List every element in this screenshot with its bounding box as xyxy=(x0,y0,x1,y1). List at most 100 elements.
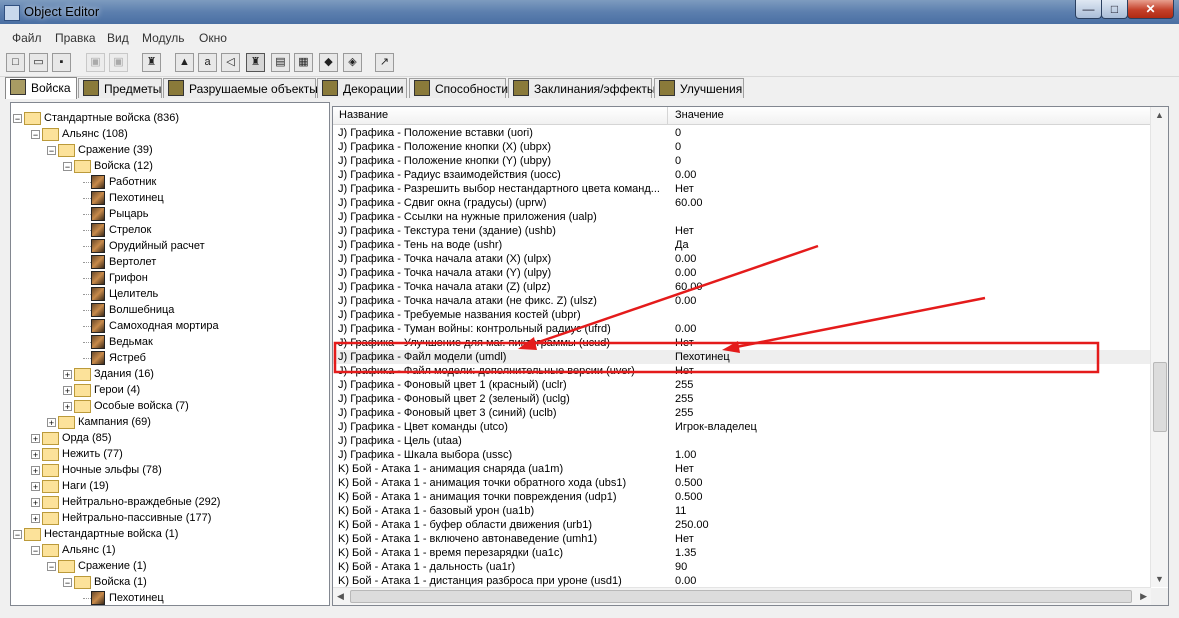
table-row[interactable]: K) Бой - Атака 1 - время перезарядки (ua… xyxy=(333,546,1151,560)
expand-icon[interactable]: + xyxy=(63,402,72,412)
table-row[interactable]: K) Бой - Атака 1 - буфер области движени… xyxy=(333,518,1151,532)
tree-unit-item[interactable]: Работник xyxy=(11,174,327,190)
table-row[interactable]: J) Графика - Радиус взаимодействия (uocc… xyxy=(333,168,1151,182)
table-row[interactable]: J) Графика - Улучшение для маг. пиктогра… xyxy=(333,336,1151,350)
tab-items[interactable]: Предметы xyxy=(78,78,162,98)
table-row[interactable]: J) Графика - Требуемые названия костей (… xyxy=(333,308,1151,322)
unit-icon[interactable]: ♜ xyxy=(142,53,161,72)
object-icon[interactable]: ◈ xyxy=(343,53,362,72)
expand-icon[interactable]: + xyxy=(31,514,40,524)
table-row[interactable]: J) Графика - Файл модели: дополнительные… xyxy=(333,364,1151,378)
tree-unit-item[interactable]: Самоходная мортира xyxy=(11,318,327,334)
tree-folder-item[interactable]: + Здания (16) xyxy=(11,366,327,382)
tree-unit-item[interactable]: Волшебница xyxy=(11,302,327,318)
table-row[interactable]: J) Графика - Текстура тени (здание) (ush… xyxy=(333,224,1151,238)
tab-doodads[interactable]: Декорации xyxy=(317,78,407,98)
menu-view[interactable]: Вид xyxy=(107,31,129,45)
vertical-scroll-thumb[interactable] xyxy=(1153,362,1167,432)
table-row[interactable]: K) Бой - Атака 1 - анимация точки обратн… xyxy=(333,476,1151,490)
collapse-icon[interactable]: − xyxy=(13,530,22,540)
tree-folder-item[interactable]: + Наги (19) xyxy=(11,478,327,494)
tree-unit-item[interactable]: Ведьмак xyxy=(11,334,327,350)
tree-unit-item[interactable]: Пехотинец xyxy=(11,190,327,206)
expand-icon[interactable]: + xyxy=(31,450,40,460)
scroll-left-icon[interactable]: ◀ xyxy=(337,591,344,602)
table-row[interactable]: J) Графика - Точка начала атаки (не фикс… xyxy=(333,294,1151,308)
table-row[interactable]: K) Бой - Атака 1 - дистанция разброса пр… xyxy=(333,574,1151,588)
horizontal-scroll-thumb[interactable] xyxy=(350,590,1132,603)
tree-folder-item[interactable]: − Сражение (39) xyxy=(11,142,327,158)
expand-icon[interactable]: + xyxy=(63,370,72,380)
table-row[interactable]: J) Графика - Точка начала атаки (Y) (ulp… xyxy=(333,266,1151,280)
tree-folder-item[interactable]: + Нейтрально-пассивные (177) xyxy=(11,510,327,526)
table-row[interactable]: K) Бой - Атака 1 - анимация точки повреж… xyxy=(333,490,1151,504)
terrain-icon[interactable]: ▲ xyxy=(175,53,194,72)
table-row[interactable]: J) Графика - Цвет команды (utco) Игрок-вл… xyxy=(333,420,1151,434)
horizontal-scrollbar[interactable]: ◀ ▶ xyxy=(333,587,1151,605)
table-row[interactable]: J) Графика - Ссылки на нужные приложения… xyxy=(333,210,1151,224)
tree-folder-item[interactable]: + Нежить (77) xyxy=(11,446,327,462)
title-bar[interactable]: Object Editor — □ ✕ xyxy=(0,0,1179,24)
tab-buffs[interactable]: Заклинания/эффекты xyxy=(508,78,656,98)
expand-icon[interactable]: + xyxy=(63,386,72,396)
menu-edit[interactable]: Правка xyxy=(55,31,96,45)
collapse-icon[interactable]: − xyxy=(31,546,40,556)
menu-module[interactable]: Модуль xyxy=(142,31,185,45)
menu-file[interactable]: Файл xyxy=(12,31,42,45)
scroll-up-icon[interactable]: ▲ xyxy=(1155,110,1164,120)
table-row[interactable]: J) Графика - Тень на воде (ushr) Да xyxy=(333,238,1151,252)
new-file-icon[interactable]: □ xyxy=(6,53,25,72)
table-row[interactable]: J) Графика - Фоновый цвет 1 (красный) (u… xyxy=(333,378,1151,392)
tree-folder-item[interactable]: + Кампания (69) xyxy=(11,414,327,430)
trigger-icon[interactable]: ◆ xyxy=(319,53,338,72)
tree-unit-item[interactable]: Орудийный расчет xyxy=(11,238,327,254)
collapse-icon[interactable]: − xyxy=(13,114,22,124)
collapse-icon[interactable]: − xyxy=(47,146,56,156)
tree-unit-item[interactable]: Стрелок xyxy=(11,222,327,238)
table-row[interactable]: K) Бой - Атака 1 - базовый урон (ua1b) 11 xyxy=(333,504,1151,518)
expand-icon[interactable]: + xyxy=(31,482,40,492)
collapse-icon[interactable]: − xyxy=(63,578,72,588)
tree-folder-item[interactable]: + Особые войска (7) xyxy=(11,398,327,414)
table-row[interactable]: J) Графика - Положение кнопки (Y) (ubpy)… xyxy=(333,154,1151,168)
tree-folder-item[interactable]: + Герои (4) xyxy=(11,382,327,398)
table-row[interactable]: J) Графика - Цель (utaa) xyxy=(333,434,1151,448)
maximize-button[interactable]: □ xyxy=(1101,0,1128,19)
save-icon[interactable]: ▪ xyxy=(52,53,71,72)
expand-icon[interactable]: + xyxy=(31,434,40,444)
table-row[interactable]: J) Графика - Положение вставки (uori) 0 xyxy=(333,126,1151,140)
tree-unit-item[interactable]: Пехотинец xyxy=(11,590,327,605)
sound-icon[interactable]: ◁ xyxy=(221,53,240,72)
table-row[interactable]: J) Графика - Фоновый цвет 2 (зеленый) (u… xyxy=(333,392,1151,406)
tree-folder-item[interactable]: − Нестандартные войска (1) xyxy=(11,526,327,542)
shield-icon[interactable]: ♜ xyxy=(246,53,265,72)
expand-icon[interactable]: + xyxy=(31,498,40,508)
tree-folder-item[interactable]: − Войска (1) xyxy=(11,574,327,590)
object-tree[interactable]: − Стандартные войска (836) − Альянс (108) − С… xyxy=(10,102,330,606)
table-row[interactable]: K) Бой - Атака 1 - дальность (ua1r) 90 xyxy=(333,560,1151,574)
collapse-icon[interactable]: − xyxy=(31,130,40,140)
collapse-icon[interactable]: − xyxy=(63,162,72,172)
tree-folder-item[interactable]: − Войска (12) xyxy=(11,158,327,174)
tab-abilities[interactable]: Способности xyxy=(409,78,508,98)
properties-table[interactable]: Название Значение J) Графика - Положение… xyxy=(332,106,1169,606)
tree-unit-item[interactable]: Целитель xyxy=(11,286,327,302)
tree-folder-item[interactable]: + Орда (85) xyxy=(11,430,327,446)
expand-icon[interactable]: + xyxy=(31,466,40,476)
tree-folder-item[interactable]: − Сражение (1) xyxy=(11,558,327,574)
close-button[interactable]: ✕ xyxy=(1127,0,1174,19)
copy-icon[interactable]: ▣ xyxy=(86,53,105,72)
table-row[interactable]: J) Графика - Точка начала атаки (Z) (ulp… xyxy=(333,280,1151,294)
table-row[interactable]: J) Графика - Фоновый цвет 3 (синий) (ucl… xyxy=(333,406,1151,420)
table-row[interactable]: K) Бой - Атака 1 - анимация снаряда (ua1… xyxy=(333,462,1151,476)
table-row[interactable]: K) Бой - Атака 1 - включено автонаведени… xyxy=(333,532,1151,546)
table-row[interactable]: J) Графика - Положение кнопки (X) (ubpx)… xyxy=(333,140,1151,154)
tree-unit-item[interactable]: Рыцарь xyxy=(11,206,327,222)
tree-folder-item[interactable]: − Альянс (108) xyxy=(11,126,327,142)
table-row[interactable]: J) Графика - Точка начала атаки (X) (ulp… xyxy=(333,252,1151,266)
tab-destructibles[interactable]: Разрушаемые объекты xyxy=(163,78,318,98)
tiles-icon[interactable]: ▦ xyxy=(294,53,313,72)
tab-upgrades[interactable]: Улучшения xyxy=(654,78,744,98)
scroll-down-icon[interactable]: ▼ xyxy=(1155,574,1164,584)
menu-window[interactable]: Окно xyxy=(199,31,227,45)
